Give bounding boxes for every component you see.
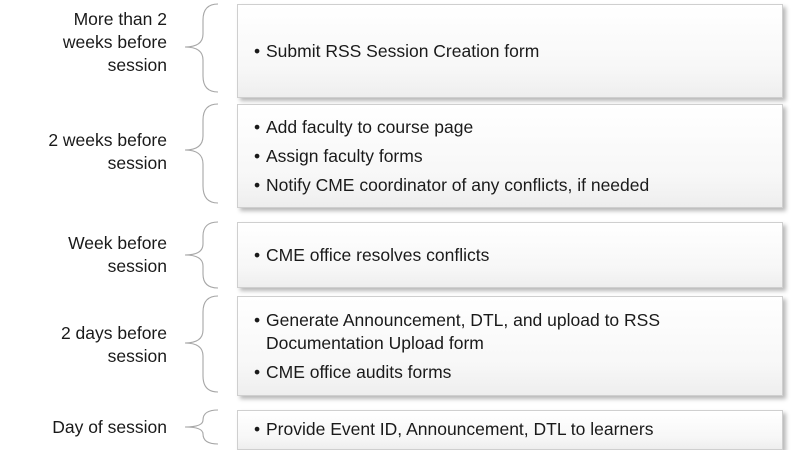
stage-item: Provide Event ID, Announcement, DTL to l…: [254, 418, 774, 441]
timeline-diagram: More than 2 weeks before session Submit …: [0, 0, 793, 450]
left-brace-icon: [184, 409, 219, 445]
stage-box: Provide Event ID, Announcement, DTL to l…: [237, 410, 783, 450]
